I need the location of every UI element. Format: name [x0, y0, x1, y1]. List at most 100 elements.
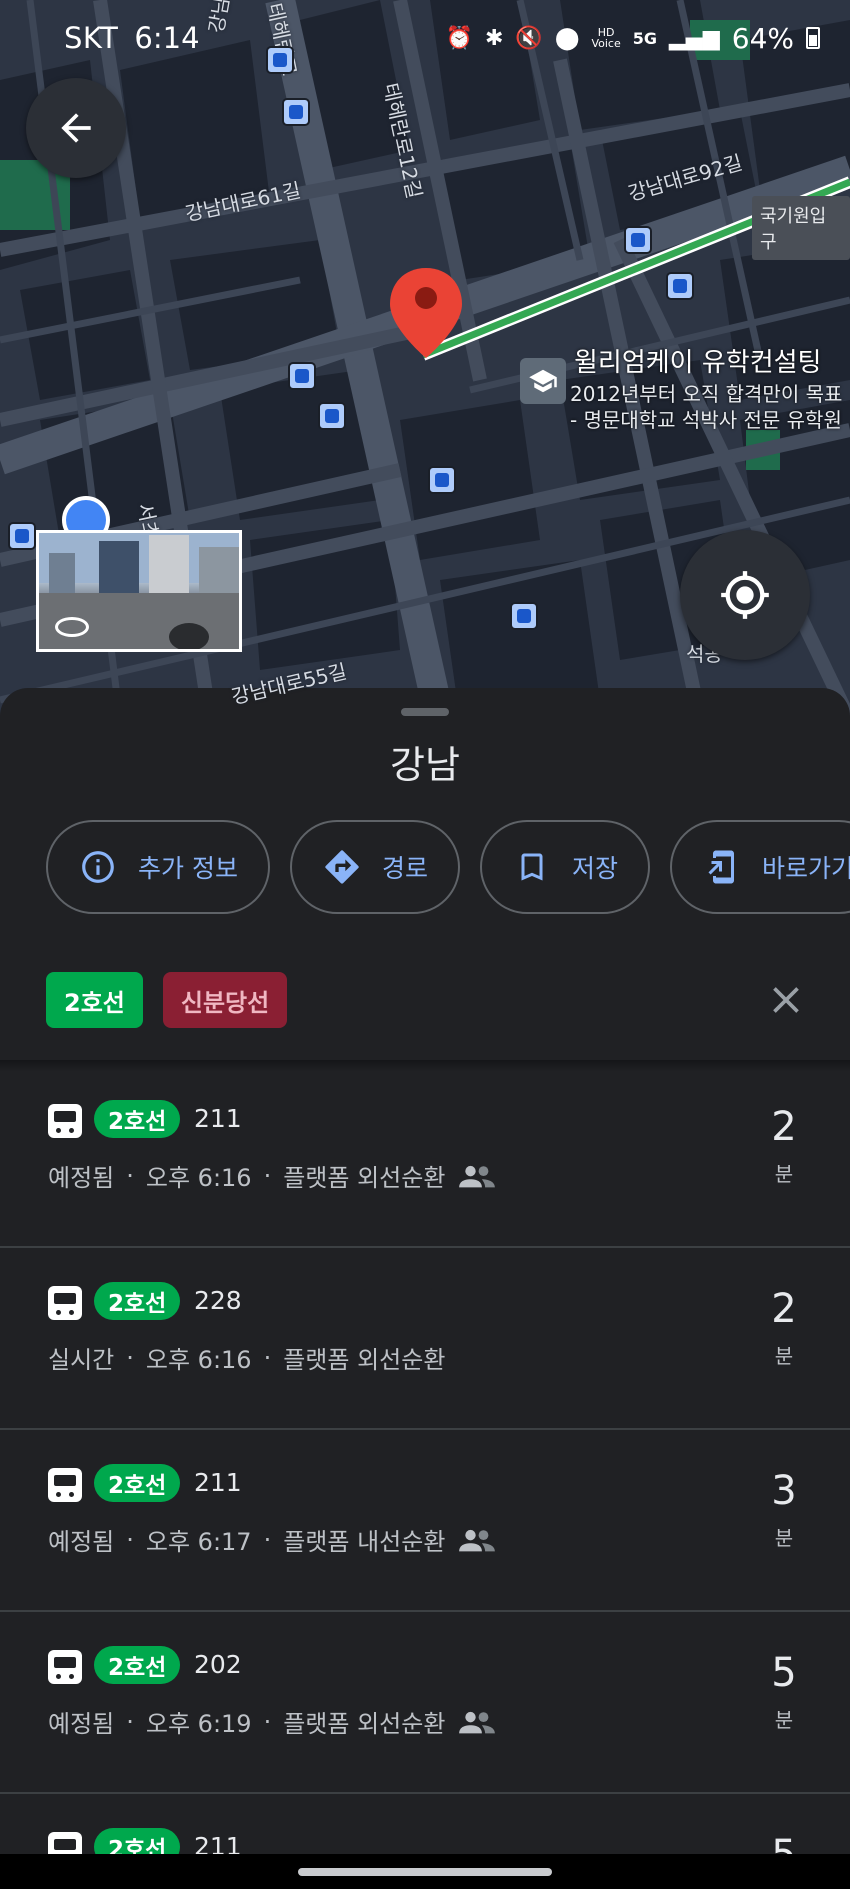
departure-row[interactable]: 2호선 228 실시간 · 오후 6:16 · 플랫폼 외선순환 2 분	[0, 1248, 850, 1430]
bus-stop-icon[interactable]	[318, 402, 346, 430]
crowd-icon	[459, 1529, 496, 1551]
line-filter-row: 2호선 신분당선	[46, 972, 288, 1028]
signal-icon: ▂▄▆	[669, 25, 720, 51]
poi-name[interactable]: 윌리엄케이 유학컨설팅	[574, 342, 821, 379]
bus-stop-icon[interactable]	[282, 98, 310, 126]
crowd-icon	[459, 1711, 496, 1733]
platform: 플랫폼 외선순환	[283, 1346, 446, 1374]
shinbundang-line-chip[interactable]: 신분당선	[162, 972, 288, 1028]
departure-row[interactable]: 2호선 211 예정됨 · 오후 6:16 · 플랫폼 외선순환 2 분	[0, 1066, 850, 1248]
departure-time: 오후 6:16	[145, 1346, 252, 1374]
clock: 6:14	[134, 21, 200, 55]
platform: 플랫폼 내선순환	[283, 1528, 446, 1556]
departure-detail: 예정됨 · 오후 6:19 · 플랫폼 외선순환	[48, 1704, 497, 1739]
carrier: SKT	[64, 21, 119, 55]
departure-status: 예정됨	[48, 1164, 115, 1192]
train-icon	[48, 1468, 82, 1502]
platform: 플랫폼 외선순환	[283, 1164, 446, 1192]
station-bottom-sheet: 강남 추가 정보 경로 저장 바로가기 2호선 신분당선 2호선 211 예정됨…	[0, 688, 850, 1889]
directions-label: 경로	[381, 854, 428, 883]
separator: ·	[126, 1707, 134, 1736]
arrow-back-icon	[61, 113, 91, 143]
minutes-unit: 분	[774, 1708, 794, 1732]
train-number: 211	[194, 1104, 242, 1133]
bluetooth-icon: ✱	[484, 25, 504, 51]
departure-row[interactable]: 2호선 202 예정됨 · 오후 6:19 · 플랫폼 외선순환 5 분	[0, 1612, 850, 1794]
directions-button[interactable]: 경로	[289, 820, 460, 914]
back-button[interactable]	[26, 78, 126, 178]
separator: ·	[263, 1707, 272, 1736]
street-view-thumbnail[interactable]	[36, 530, 242, 652]
departures-list: 2호선 211 예정됨 · 오후 6:16 · 플랫폼 외선순환 2 분 2호선…	[0, 1066, 850, 1889]
line-badge: 2호선	[94, 1100, 181, 1138]
separator: ·	[263, 1161, 272, 1190]
line-badge: 2호선	[94, 1282, 181, 1320]
add-shortcut-button[interactable]: 바로가기	[669, 820, 850, 914]
school-icon[interactable]	[520, 358, 566, 404]
place-label-chip[interactable]: 국기원입구	[752, 196, 850, 260]
line-2-chip[interactable]: 2호선	[46, 972, 143, 1028]
departure-time: 오후 6:19	[145, 1710, 252, 1738]
add-shortcut-label: 바로가기	[761, 854, 850, 883]
departure-status: 예정됨	[48, 1710, 115, 1738]
poi-subtitle: - 명문대학교 석박사 전문 유학원	[570, 408, 842, 432]
separator: ·	[126, 1161, 134, 1190]
minutes-value: 2	[771, 1104, 797, 1150]
poi-subtitle: 2012년부터 오직 합격만이 목표	[570, 382, 843, 406]
train-number: 211	[194, 1468, 242, 1497]
drag-handle[interactable]	[401, 708, 449, 716]
bus-stop-icon[interactable]	[624, 226, 652, 254]
close-icon[interactable]	[764, 978, 808, 1022]
minutes-value: 5	[771, 1650, 797, 1696]
station-title: 강남	[390, 743, 460, 787]
departure-detail: 예정됨 · 오후 6:16 · 플랫폼 외선순환	[48, 1158, 497, 1193]
minutes-value: 3	[771, 1468, 797, 1514]
map-view[interactable]: SKT 6:14 ⏰ ✱ 🔇 ⬤ HD Voice 5G ▂▄▆ 64% 강남대…	[0, 0, 850, 720]
departure-time: 오후 6:16	[145, 1164, 252, 1192]
hd-voice-icon: HD Voice	[591, 26, 621, 50]
minutes-unit: 분	[774, 1162, 794, 1186]
battery-icon	[806, 27, 820, 49]
directions-icon	[322, 847, 362, 887]
system-nav-bar	[0, 1854, 850, 1889]
train-number: 228	[194, 1286, 242, 1315]
bus-stop-icon[interactable]	[288, 362, 316, 390]
minutes-unit: 분	[774, 1526, 794, 1550]
departure-time: 오후 6:17	[145, 1528, 252, 1556]
departure-detail: 예정됨 · 오후 6:17 · 플랫폼 내선순환	[48, 1522, 497, 1557]
departure-detail: 실시간 · 오후 6:16 · 플랫폼 외선순환	[48, 1340, 445, 1375]
my-location-button[interactable]	[680, 530, 810, 660]
5g-icon: 5G	[632, 28, 657, 48]
save-button[interactable]: 저장	[479, 820, 650, 914]
departure-status: 실시간	[48, 1346, 115, 1374]
minutes-unit: 분	[774, 1344, 794, 1368]
separator: ·	[263, 1343, 272, 1372]
bus-stop-icon[interactable]	[428, 466, 456, 494]
rotate-360-icon	[55, 617, 89, 637]
alarm-icon: ⏰	[445, 25, 473, 51]
location-icon: ⬤	[554, 25, 580, 51]
home-gesture-bar[interactable]	[298, 1868, 552, 1876]
add-to-home-icon	[702, 847, 742, 887]
bookmark-icon	[512, 847, 552, 887]
battery-text: 64%	[731, 21, 794, 55]
line-badge: 2호선	[94, 1464, 181, 1502]
mute-icon: 🔇	[515, 25, 543, 51]
bus-stop-icon[interactable]	[8, 522, 36, 550]
platform: 플랫폼 외선순환	[283, 1710, 446, 1738]
crosshair-icon	[721, 571, 769, 619]
more-info-label: 추가 정보	[138, 854, 238, 883]
departure-row[interactable]: 2호선 211 예정됨 · 오후 6:17 · 플랫폼 내선순환 3 분	[0, 1430, 850, 1612]
bus-stop-icon[interactable]	[510, 602, 538, 630]
minutes-value: 2	[771, 1286, 797, 1332]
crowd-icon	[459, 1165, 496, 1187]
more-info-button[interactable]: 추가 정보	[46, 820, 270, 914]
info-icon	[78, 847, 118, 887]
bus-stop-icon[interactable]	[666, 272, 694, 300]
train-icon	[48, 1286, 82, 1320]
line-badge: 2호선	[94, 1646, 181, 1684]
train-icon	[48, 1650, 82, 1684]
departure-status: 예정됨	[48, 1528, 115, 1556]
save-label: 저장	[571, 854, 618, 883]
separator: ·	[263, 1525, 272, 1554]
